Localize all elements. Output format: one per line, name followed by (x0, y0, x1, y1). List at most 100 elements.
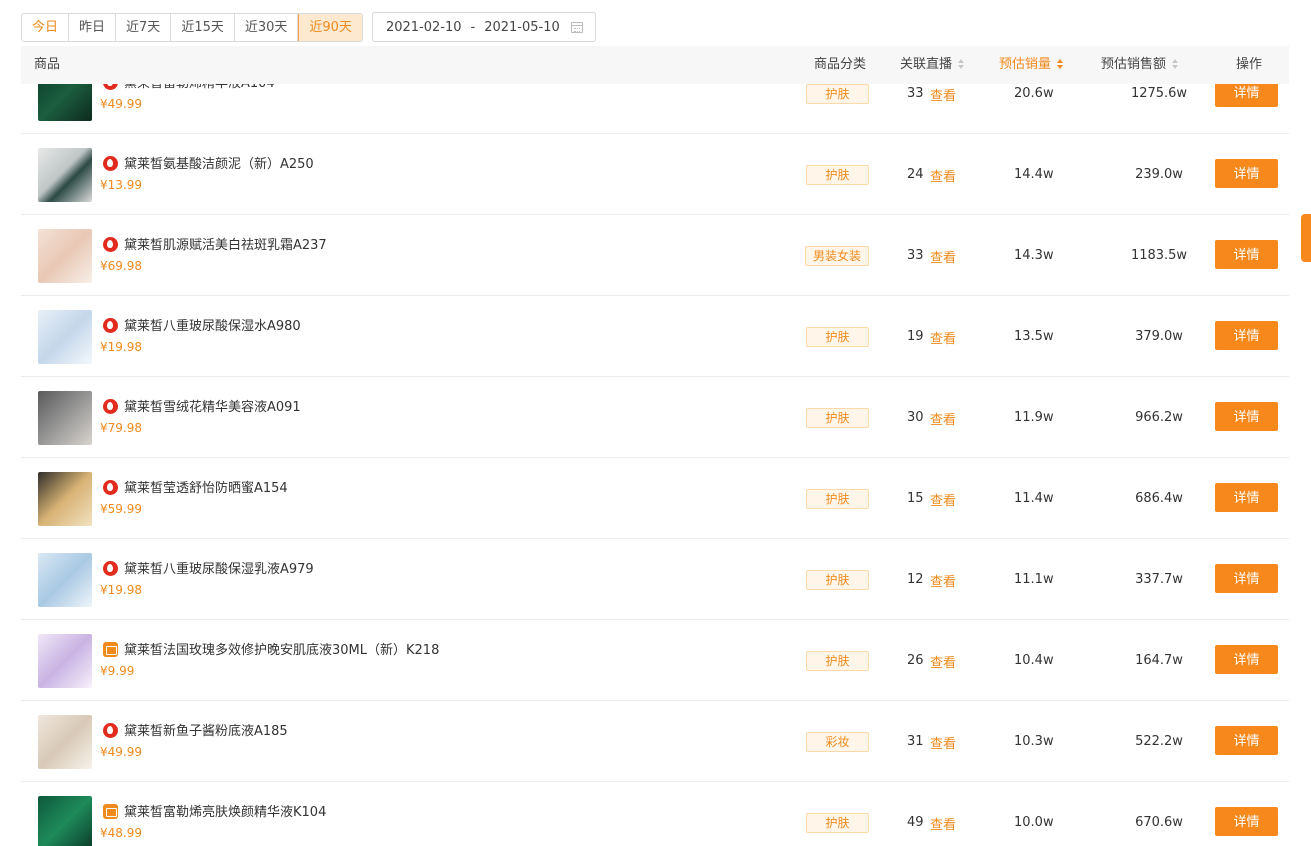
date-range-picker[interactable]: 2021-02-10 - 2021-05-10 (371, 12, 596, 42)
estimated-revenue: 164.7w (1135, 653, 1183, 668)
view-live-link[interactable]: 查看 (930, 814, 956, 833)
live-count: 31 (907, 734, 924, 749)
tab-yesterday[interactable]: 昨日 (69, 13, 117, 41)
detail-button[interactable]: 详情 (1215, 84, 1278, 107)
column-header-live[interactable]: 关联直播 (900, 46, 965, 84)
douyin-platform-icon (103, 84, 118, 90)
product-title[interactable]: 黛莱皙新鱼子酱粉底液A185 (124, 720, 288, 739)
product-title[interactable]: 黛莱皙八重玻尿酸保湿水A980 (124, 315, 301, 334)
view-live-link[interactable]: 查看 (930, 166, 956, 185)
product-thumbnail[interactable] (38, 391, 92, 445)
live-count: 33 (907, 248, 924, 263)
detail-button[interactable]: 详情 (1215, 483, 1278, 512)
column-header-product: 商品 (34, 57, 61, 72)
detail-button[interactable]: 详情 (1215, 321, 1278, 350)
tab-last-7-days[interactable]: 近7天 (116, 13, 172, 41)
column-header-sales[interactable]: 预估销量 (999, 46, 1064, 84)
view-live-link[interactable]: 查看 (930, 733, 956, 752)
view-live-link[interactable]: 查看 (930, 328, 956, 347)
category-tag: 彩妆 (806, 732, 869, 752)
product-price: ¥49.99 (100, 745, 142, 759)
product-title[interactable]: 黛莱皙富勒烯精华液A104 (124, 84, 275, 91)
date-range-start: 2021-02-10 (385, 19, 462, 35)
table-row: 黛莱皙八重玻尿酸保湿乳液A979 ¥19.98 护肤 12 查看 11.1w 337.7w 详… (21, 539, 1289, 620)
shop-platform-icon (103, 804, 118, 819)
product-thumbnail[interactable] (38, 472, 92, 526)
category-tag: 护肤 (806, 813, 869, 833)
tab-today[interactable]: 今日 (22, 13, 70, 41)
table-rows: 黛莱皙富勒烯精华液A104¥49.99护肤33查看20.6w1275.6w详情黛… (21, 84, 1289, 846)
product-thumbnail[interactable] (38, 634, 92, 688)
estimated-revenue: 670.6w (1135, 815, 1183, 830)
douyin-platform-icon (103, 723, 118, 738)
detail-button[interactable]: 详情 (1215, 645, 1278, 674)
detail-button[interactable]: 详情 (1215, 159, 1278, 188)
column-header-category: 商品分类 (814, 57, 867, 72)
product-title[interactable]: 黛莱皙法国玫瑰多效修护晚安肌底液30ML（新）K218 (124, 639, 439, 658)
product-thumbnail[interactable] (38, 715, 92, 769)
tab-last-30-days[interactable]: 近30天 (234, 13, 299, 41)
calendar-icon[interactable] (570, 22, 583, 33)
sort-icon[interactable] (1172, 59, 1179, 69)
live-count: 15 (907, 491, 924, 506)
live-count: 33 (907, 86, 924, 101)
detail-button[interactable]: 详情 (1215, 807, 1278, 836)
estimated-revenue: 379.0w (1135, 329, 1183, 344)
product-title[interactable]: 黛莱皙莹透舒怡防晒蜜A154 (124, 477, 288, 496)
estimated-revenue: 522.2w (1135, 734, 1183, 749)
product-title[interactable]: 黛莱皙雪绒花精华美容液A091 (124, 396, 301, 415)
estimated-sales: 11.4w (1014, 491, 1054, 506)
category-tag: 护肤 (806, 570, 869, 590)
douyin-platform-icon (103, 237, 118, 252)
detail-button[interactable]: 详情 (1215, 726, 1278, 755)
column-header-live-label: 关联直播 (900, 57, 953, 72)
estimated-sales: 11.1w (1014, 572, 1054, 587)
detail-button[interactable]: 详情 (1215, 240, 1278, 269)
sort-icon[interactable] (1057, 59, 1064, 69)
estimated-sales: 10.4w (1014, 653, 1054, 668)
table-row: 黛莱皙八重玻尿酸保湿水A980 ¥19.98 护肤 19 查看 13.5w 379.0w 详情 (21, 296, 1289, 377)
product-thumbnail[interactable] (38, 310, 92, 364)
estimated-sales: 14.4w (1014, 167, 1054, 182)
table-body[interactable]: 黛莱皙富勒烯精华液A104¥49.99护肤33查看20.6w1275.6w详情黛… (21, 84, 1289, 846)
table-row: 黛莱皙肌源赋活美白祛斑乳霜A237 ¥69.98 男装女装 33 查看 14.3w 1183… (21, 215, 1289, 296)
view-live-link[interactable]: 查看 (930, 85, 956, 104)
estimated-revenue: 686.4w (1135, 491, 1183, 506)
estimated-sales: 20.6w (1014, 86, 1054, 101)
product-title[interactable]: 黛莱皙氨基酸洁颜泥（新）A250 (124, 153, 314, 172)
view-live-link[interactable]: 查看 (930, 247, 956, 266)
date-range-separator: - (470, 19, 476, 35)
tab-last-90-days[interactable]: 近90天 (298, 13, 362, 41)
view-live-link[interactable]: 查看 (930, 652, 956, 671)
table-row: 黛莱皙富勒烯亮肤焕颜精华液K104 ¥48.99 护肤 49 查看 10.0w 670.6w… (21, 782, 1289, 846)
category-tag: 护肤 (806, 489, 869, 509)
product-thumbnail[interactable] (38, 796, 92, 846)
product-thumbnail[interactable] (38, 229, 92, 283)
date-preset-tabs: 今日 昨日 近7天 近15天 近30天 近90天 (21, 12, 363, 42)
tab-last-15-days[interactable]: 近15天 (171, 13, 235, 41)
product-price: ¥49.99 (100, 97, 142, 111)
product-title[interactable]: 黛莱皙富勒烯亮肤焕颜精华液K104 (124, 801, 326, 820)
detail-button[interactable]: 详情 (1215, 402, 1278, 431)
scrollbar-thumb[interactable] (1301, 214, 1311, 262)
product-thumbnail[interactable] (38, 553, 92, 607)
shop-platform-icon (103, 642, 118, 657)
table-row: 黛莱皙富勒烯精华液A104 ¥49.99 护肤 33 查看 20.6w 1275.6w 详情 (21, 84, 1289, 134)
table-row: 黛莱皙莹透舒怡防晒蜜A154 ¥59.99 护肤 15 查看 11.4w 686.4w 详情 (21, 458, 1289, 539)
douyin-platform-icon (103, 561, 118, 576)
estimated-revenue: 239.0w (1135, 167, 1183, 182)
view-live-link[interactable]: 查看 (930, 571, 956, 590)
product-thumbnail[interactable] (38, 148, 92, 202)
category-tag: 护肤 (806, 651, 869, 671)
product-title[interactable]: 黛莱皙八重玻尿酸保湿乳液A979 (124, 558, 314, 577)
product-title[interactable]: 黛莱皙肌源赋活美白祛斑乳霜A237 (124, 234, 327, 253)
live-count: 19 (907, 329, 924, 344)
column-header-revenue[interactable]: 预估销售额 (1101, 46, 1179, 84)
view-live-link[interactable]: 查看 (930, 409, 956, 428)
view-live-link[interactable]: 查看 (930, 490, 956, 509)
detail-button[interactable]: 详情 (1215, 564, 1278, 593)
sort-icon[interactable] (958, 59, 965, 69)
product-price: ¥79.98 (100, 421, 142, 435)
product-thumbnail[interactable] (38, 84, 92, 121)
table-row: 黛莱皙新鱼子酱粉底液A185 ¥49.99 彩妆 31 查看 10.3w 522.2w 详情 (21, 701, 1289, 782)
